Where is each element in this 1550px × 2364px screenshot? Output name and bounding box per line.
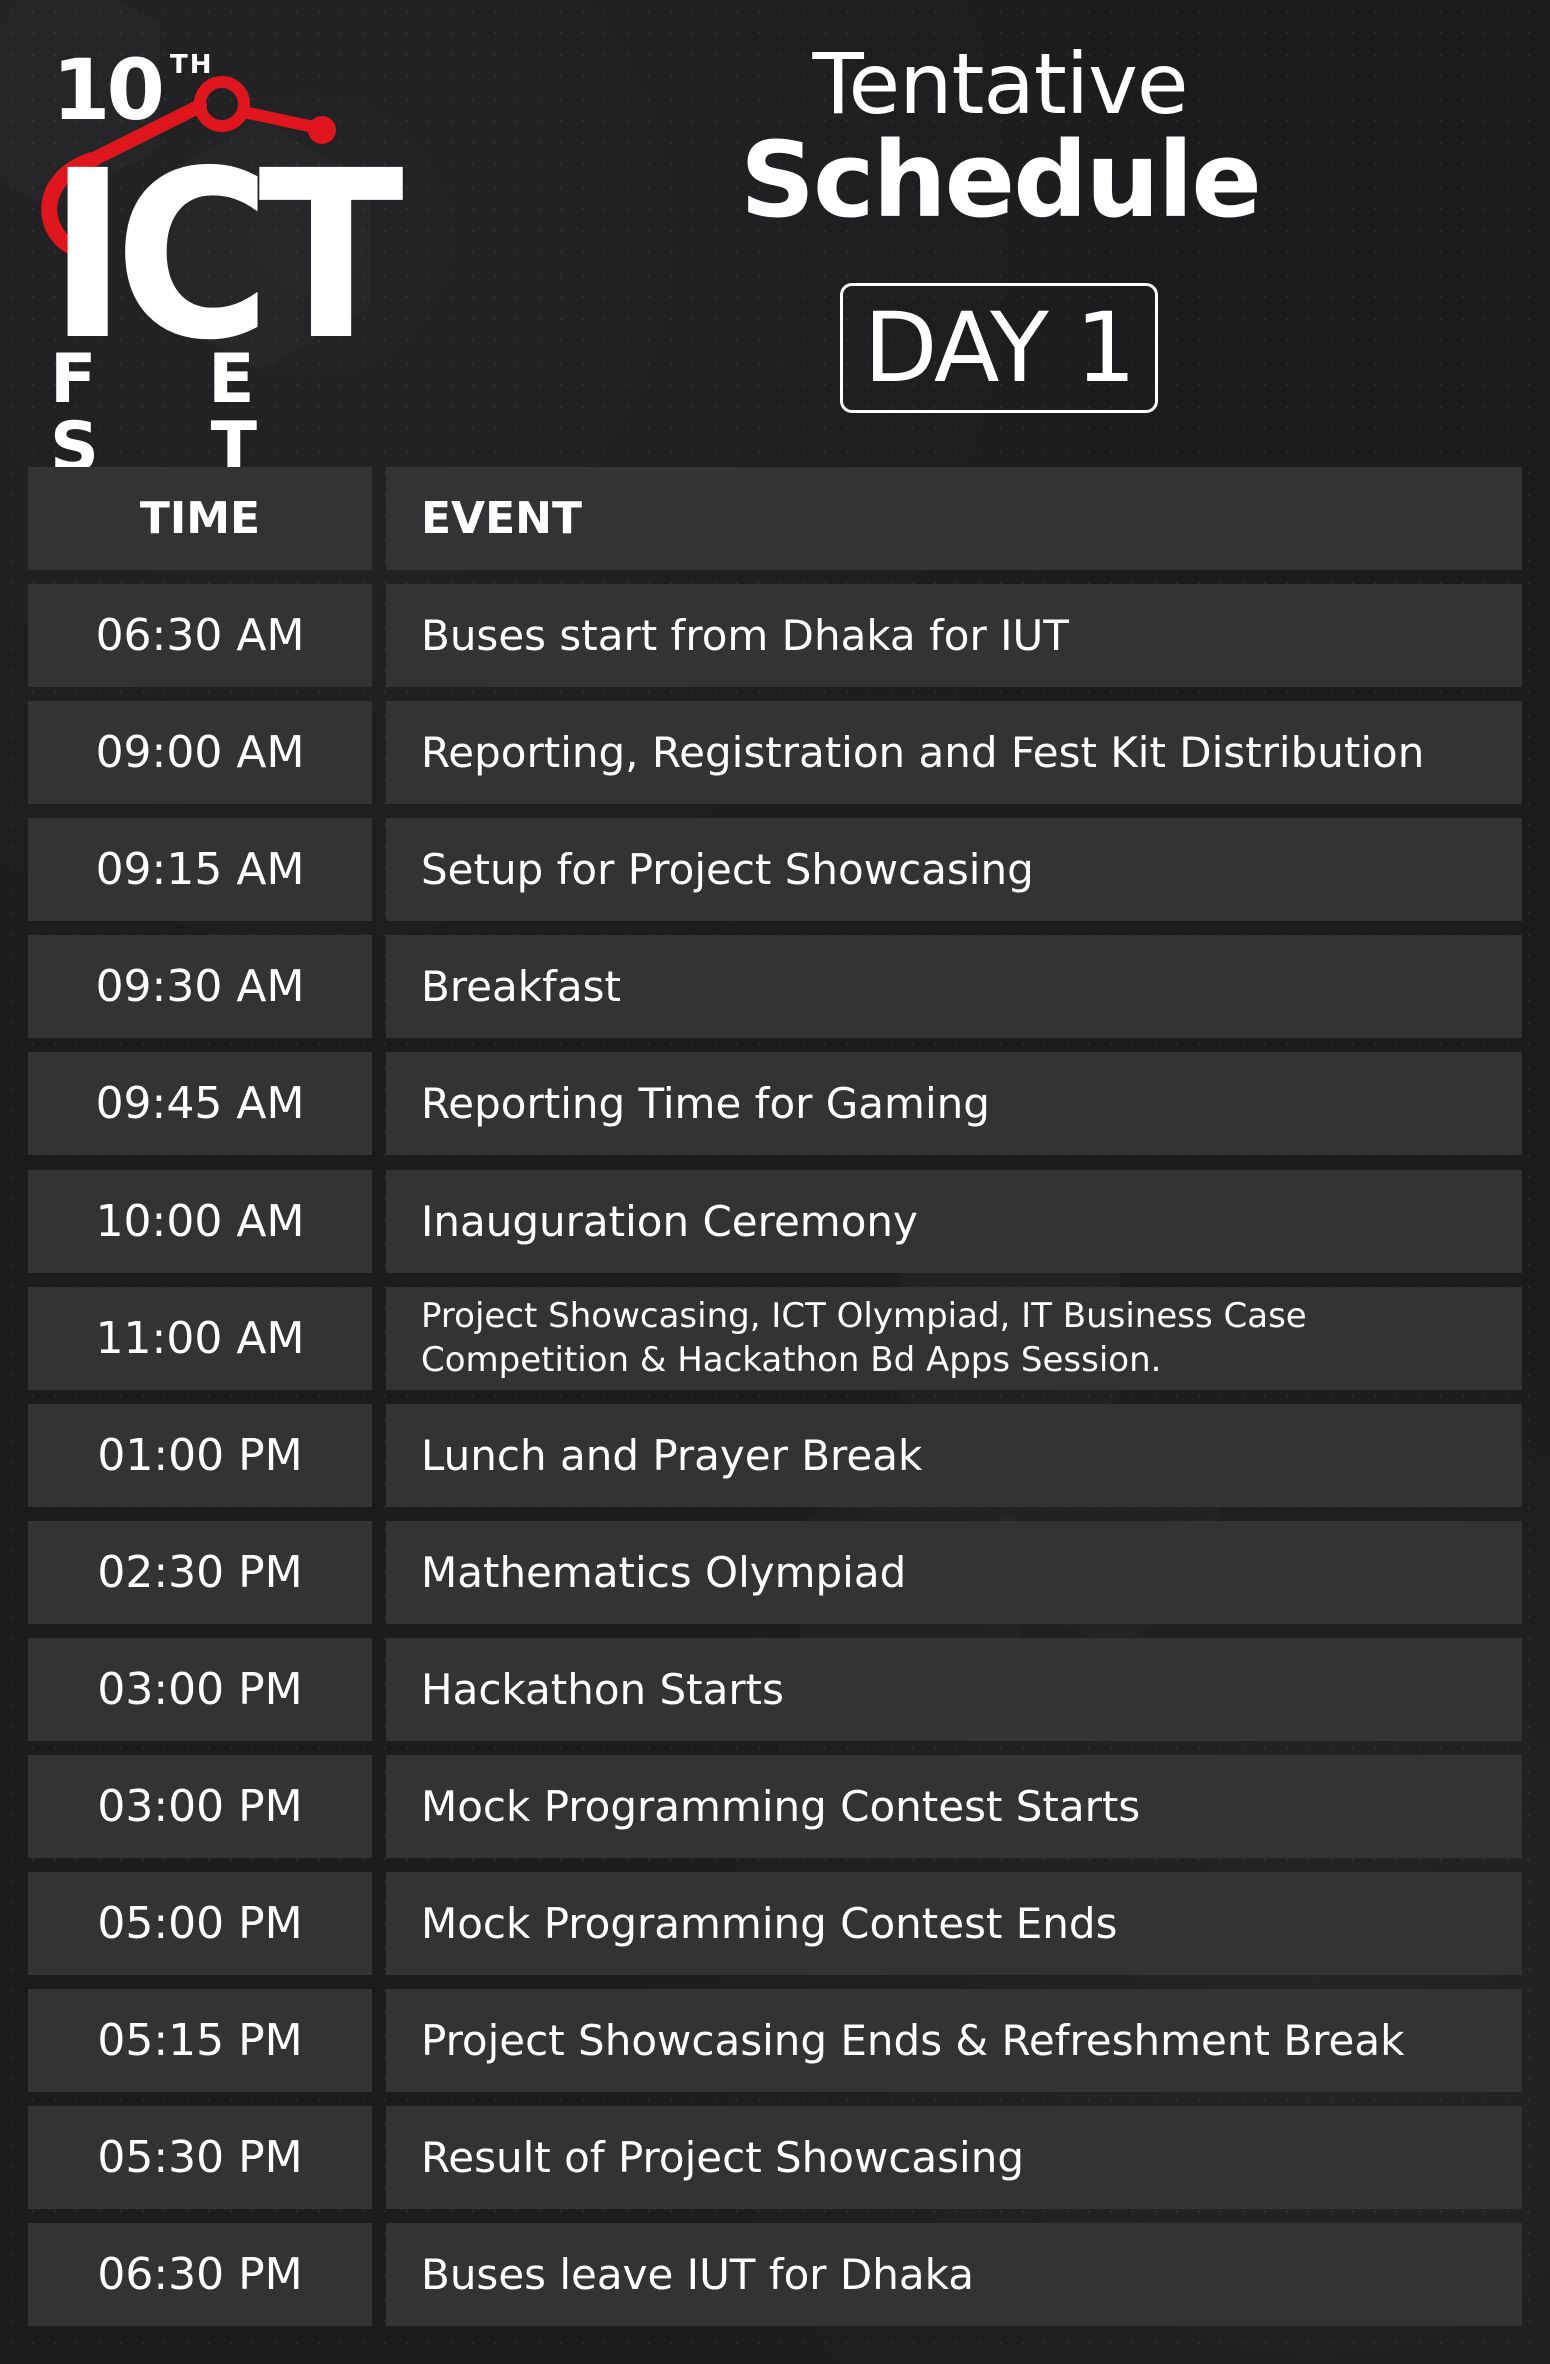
table-row: 01:00 PM Lunch and Prayer Break [28,1403,1522,1507]
time-cell: 09:00 AM [28,701,372,805]
day-badge: DAY 1 [840,283,1158,413]
table-row: 05:00 PM Mock Programming Contest Ends [28,1872,1522,1976]
table-row: 06:30 PM Buses leave IUT for Dhaka [28,2223,1522,2327]
time-cell: 02:30 PM [28,1520,372,1624]
table-row: 09:15 AM Setup for Project Showcasing [28,818,1522,922]
event-cell: Buses start from Dhaka for IUT [386,584,1522,688]
event-cell: Mock Programming Contest Starts [386,1755,1522,1859]
column-header-event: EVENT [386,467,1522,570]
time-cell: 06:30 PM [28,2223,372,2327]
table-row: 09:45 AM Reporting Time for Gaming [28,1052,1522,1156]
time-cell: 05:15 PM [28,1989,372,2093]
time-cell: 09:30 AM [28,935,372,1039]
event-cell: Buses leave IUT for Dhaka [386,2223,1522,2327]
title-schedule: Schedule [740,119,1262,241]
event-cell: Setup for Project Showcasing [386,818,1522,922]
time-cell: 11:00 AM [28,1286,372,1390]
ict-fest-logo: 10 TH ICT F E S T [22,40,404,482]
column-header-time: TIME [28,467,372,570]
schedule-table: TIME EVENT 06:30 AM Buses start from Dha… [28,467,1522,2341]
time-cell: 01:00 PM [28,1403,372,1507]
time-cell: 05:00 PM [28,1872,372,1976]
time-cell: 09:15 AM [28,818,372,922]
event-cell: Project Showcasing Ends & Refreshment Br… [386,1989,1522,2093]
logo-edition-number: 10 [52,41,165,139]
table-row: 06:30 AM Buses start from Dhaka for IUT [28,584,1522,688]
logo-wordmark: ICT [48,121,404,391]
event-cell: Reporting Time for Gaming [386,1052,1522,1156]
time-cell: 05:30 PM [28,2106,372,2210]
event-cell: Project Showcasing, ICT Olympiad, IT Bus… [386,1286,1522,1390]
table-row: 05:15 PM Project Showcasing Ends & Refre… [28,1989,1522,2093]
event-cell: Reporting, Registration and Fest Kit Dis… [386,701,1522,805]
schedule-poster: 10 TH ICT F E S T Tentative Schedule DAY… [0,0,1550,2364]
table-row: 09:30 AM Breakfast [28,935,1522,1039]
event-cell: Lunch and Prayer Break [386,1403,1522,1507]
event-cell: Mathematics Olympiad [386,1520,1522,1624]
event-cell: Breakfast [386,935,1522,1039]
table-row: 03:00 PM Mock Programming Contest Starts [28,1755,1522,1859]
table-row: 05:30 PM Result of Project Showcasing [28,2106,1522,2210]
table-row: 02:30 PM Mathematics Olympiad [28,1520,1522,1624]
logo-subtitle: F E S T [50,340,302,487]
event-cell: Inauguration Ceremony [386,1169,1522,1273]
event-cell: Mock Programming Contest Ends [386,1872,1522,1976]
time-cell: 03:00 PM [28,1637,372,1741]
time-cell: 06:30 AM [28,584,372,688]
event-cell: Result of Project Showcasing [386,2106,1522,2210]
table-row: 09:00 AM Reporting, Registration and Fes… [28,701,1522,805]
time-cell: 03:00 PM [28,1755,372,1859]
event-cell: Hackathon Starts [386,1637,1522,1741]
time-cell: 10:00 AM [28,1169,372,1273]
table-row: 10:00 AM Inauguration Ceremony [28,1169,1522,1273]
time-cell: 09:45 AM [28,1052,372,1156]
table-row: 03:00 PM Hackathon Starts [28,1637,1522,1741]
title-tentative: Tentative [812,35,1188,133]
logo-edition-suffix: TH [170,50,214,80]
table-header-row: TIME EVENT [28,467,1522,570]
table-row: 11:00 AM Project Showcasing, ICT Olympia… [28,1286,1522,1390]
